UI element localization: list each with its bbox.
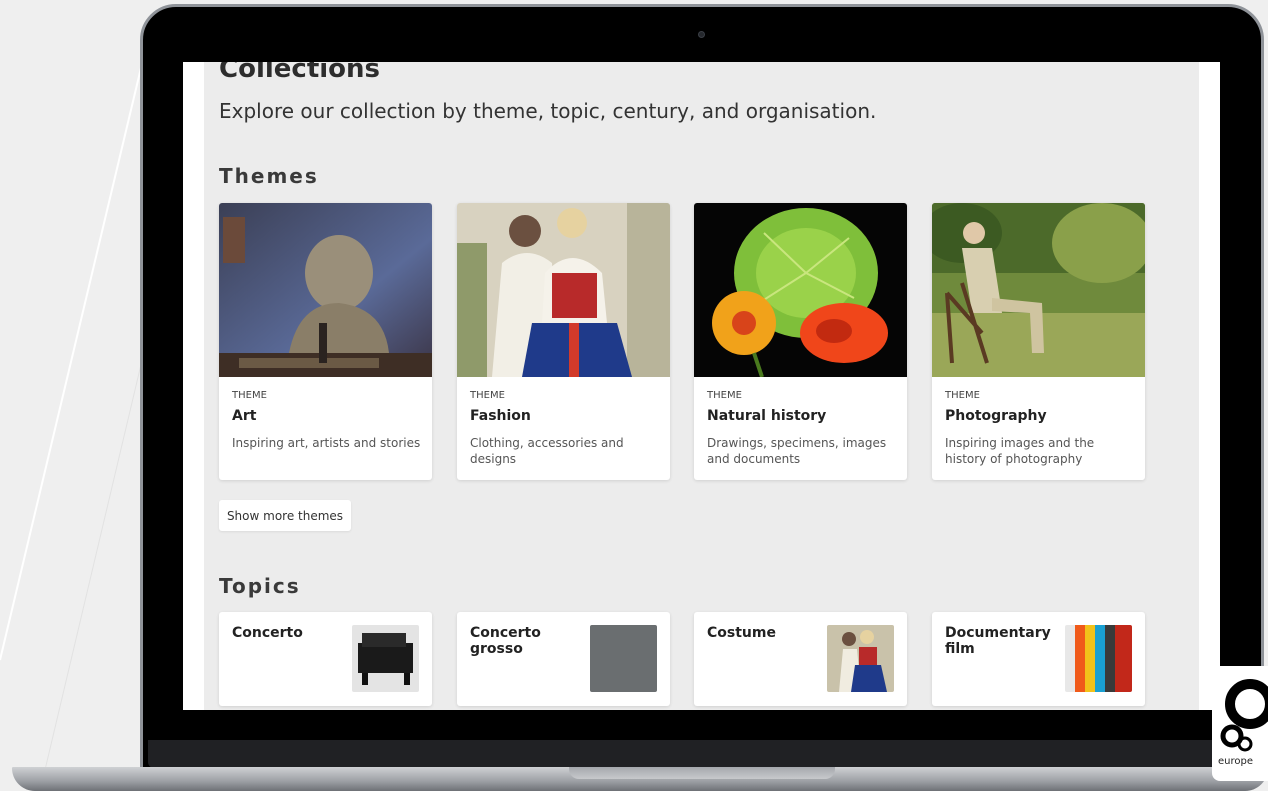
theme-image-art [219,203,432,377]
logo-text: europe [1218,756,1253,767]
laptop-screen: Collections Explore our collection by th… [183,62,1220,710]
theme-label: THEME [707,390,742,401]
show-more-themes-button[interactable]: Show more themes [219,500,351,531]
page-title: Collections [219,62,381,84]
theme-description: Inspiring art, artists and stories [232,436,421,450]
topic-thumb-colour-bars [1065,625,1132,692]
topic-card-concerto-grosso[interactable]: Concerto grosso [457,612,670,706]
theme-card-art[interactable]: THEME Art Inspiring art, artists and sto… [219,203,432,480]
camera-icon [698,31,705,38]
topic-thumb-costume [827,625,894,692]
theme-name: Natural history [707,408,827,424]
theme-card-natural-history[interactable]: THEME Natural history Drawings, specimen… [694,203,907,480]
theme-description: Clothing, accessories and designs [470,436,624,466]
theme-image-natural-history [694,203,907,377]
topic-thumb-swatch [590,625,657,692]
theme-description: Inspiring images and the history of phot… [945,436,1095,466]
theme-description: Drawings, specimens, images and document… [707,436,887,466]
laptop-bezel-bottom [148,740,1258,768]
collections-page: Collections Explore our collection by th… [204,62,1199,710]
themes-heading: Themes [219,164,319,188]
theme-label: THEME [470,390,505,401]
page-description: Explore our collection by theme, topic, … [219,99,877,123]
topics-heading: Topics [219,574,301,598]
theme-label: THEME [945,390,980,401]
theme-label: THEME [232,390,267,401]
topic-card-costume[interactable]: Costume [694,612,907,706]
theme-name: Fashion [470,408,531,424]
topic-card-concerto[interactable]: Concerto [219,612,432,706]
theme-image-photography [932,203,1145,377]
theme-name: Art [232,408,257,424]
topic-name: Concerto grosso [470,625,541,657]
europeana-logo-icon [1220,679,1268,752]
topic-name: Concerto [232,625,303,641]
theme-card-photography[interactable]: THEME Photography Inspiring images and t… [932,203,1145,480]
laptop-notch [569,767,835,779]
theme-name: Photography [945,408,1047,424]
topic-card-documentary-film[interactable]: Documentary film [932,612,1145,706]
topic-name: Documentary film [945,625,1051,657]
topic-thumb-gramophone [352,625,419,692]
topic-name: Costume [707,625,776,641]
theme-image-fashion [457,203,670,377]
theme-card-fashion[interactable]: THEME Fashion Clothing, accessories and … [457,203,670,480]
